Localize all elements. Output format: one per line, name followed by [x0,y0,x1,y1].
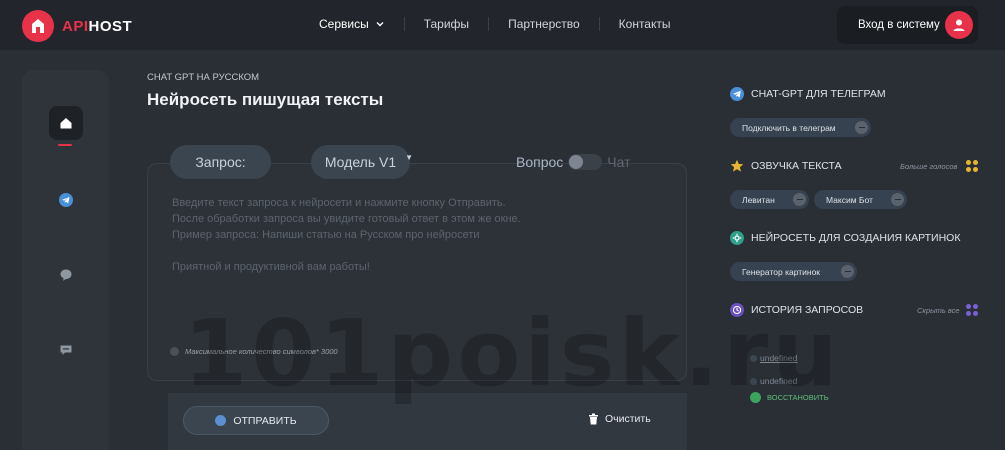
logo[interactable]: APIHOST [22,10,132,42]
query-label-pill: Запрос: [170,145,271,179]
sidebar-item-home[interactable] [49,106,83,140]
voice-chip-label: Левитан [742,194,775,205]
telegram-icon [730,87,744,101]
mode-toggle[interactable] [568,154,603,170]
placeholder-line: Приятной и продуктивной вам работы! [172,261,370,273]
logo-house-icon [22,10,54,42]
send-icon [215,415,227,426]
image-chip-label: Генератор картинок [742,266,821,277]
clear-label: Очистить [605,413,651,425]
page-title: Нейросеть пишущая тексты [147,90,384,109]
minus-icon[interactable] [891,193,904,206]
model-label: Модель V1 [324,154,397,170]
toggle-knob [569,155,584,169]
logo-api: API [62,17,89,35]
message-icon [60,345,72,355]
minus-icon[interactable] [793,193,806,206]
telegram-title: CHAT-GPT ДЛЯ ТЕЛЕГРАМ [751,88,886,100]
voice-chip-label: Максим Бот [826,194,873,205]
top-header: APIHOST Сервисы Тарифы Партнерство Конта… [0,0,1005,50]
restore-button[interactable]: ВОССТАНОВИТЬ [750,392,829,403]
page-subtitle: CHAT GPT НА РУССКОМ [147,72,260,83]
voice-section-title: ОЗВУЧКА ТЕКСТА [730,159,842,173]
sidebar-item-messages[interactable] [49,333,83,367]
user-avatar-icon[interactable] [945,11,973,39]
images-title: НЕЙРОСЕТЬ ДЛЯ СОЗДАНИЯ КАРТИНОК [751,232,961,244]
home-icon [60,118,72,129]
main-nav: Сервисы Тарифы Партнерство Контакты [300,17,690,31]
char-limit: Максимальное количество символов* 3000 [170,347,338,356]
history-item-dot [750,378,757,385]
info-dot-icon [170,347,179,356]
mode-switch: Вопрос Чат [516,154,631,170]
placeholder-text: Введите текст запроса к нейросети и нажм… [172,195,521,275]
history-item[interactable]: undefined [760,353,797,363]
clear-button[interactable]: Очистить [588,413,651,425]
history-title: ИСТОРИЯ ЗАПРОСОВ [751,304,864,316]
image-generator-chip[interactable]: Генератор картинок [730,262,857,281]
restore-label: ВОССТАНОВИТЬ [767,393,829,402]
voice-title: ОЗВУЧКА ТЕКСТА [751,160,842,172]
trash-icon [589,413,598,425]
nav-contacts-label: Контакты [618,17,671,31]
more-voices-link[interactable]: Больше голосов [900,162,957,171]
restore-icon [750,392,761,403]
minus-icon[interactable] [841,265,854,278]
logo-host: HOST [88,17,133,35]
images-section-title: НЕЙРОСЕТЬ ДЛЯ СОЗДАНИЯ КАРТИНОК [730,231,960,245]
nav-services[interactable]: Сервисы [300,17,404,31]
history-item[interactable]: undefined [760,376,797,386]
telegram-chip-label: Подключить в телеграм [742,122,836,133]
login-label: Вход в систему [858,19,940,31]
minus-icon[interactable] [855,121,868,134]
nav-tariffs-label: Тарифы [423,17,470,31]
active-indicator [58,144,72,146]
star-icon [730,159,744,173]
query-label: Запрос: [195,154,246,170]
send-label: ОТПРАВИТЬ [233,414,297,427]
voice-chip-maxim[interactable]: Максим Бот [814,190,907,209]
telegram-connect-chip[interactable]: Подключить в телеграм [730,118,871,137]
sidebar-item-chat[interactable] [49,258,83,292]
chat-bubble-icon [60,269,72,281]
model-select[interactable]: Модель V1 ▼ [311,145,413,179]
placeholder-line [172,243,521,259]
chevron-down-icon [376,22,384,27]
send-button[interactable]: ОТПРАВИТЬ [183,406,329,435]
history-item-dot [750,355,757,362]
placeholder-line: Пример запроса: Напиши статью на Русском… [172,229,480,241]
nav-partnership[interactable]: Партнерство [488,17,599,31]
telegram-icon [59,193,73,207]
char-limit-label: Максимальное количество символов* 3000 [185,347,338,356]
sidebar-item-telegram[interactable] [49,183,83,217]
caret-down-icon: ▼ [405,153,413,162]
mode-chat-label[interactable]: Чат [607,154,630,170]
left-sidebar [22,70,109,450]
nav-tariffs[interactable]: Тарифы [403,17,488,31]
image-generator-icon [730,231,744,245]
voice-chip-levitan[interactable]: Левитан [730,190,809,209]
login-button[interactable]: Вход в систему [837,6,978,44]
logo-text: APIHOST [62,18,132,35]
query-textarea[interactable]: Введите текст запроса к нейросети и нажм… [147,163,687,381]
nav-contacts[interactable]: Контакты [598,17,690,31]
nav-services-label: Сервисы [319,17,369,31]
telegram-section-title: CHAT-GPT ДЛЯ ТЕЛЕГРАМ [730,87,886,101]
mode-question-label[interactable]: Вопрос [516,154,563,170]
placeholder-line: Введите текст запроса к нейросети и нажм… [172,197,506,209]
nav-partnership-label: Партнерство [508,17,580,31]
history-icon [730,303,744,317]
hide-all-link[interactable]: Скрыть все [917,306,960,315]
history-section-title: ИСТОРИЯ ЗАПРОСОВ [730,303,863,317]
grid-dots-icon[interactable] [966,304,978,316]
placeholder-line: После обработки запроса вы увидите готов… [172,213,521,225]
grid-dots-icon[interactable] [966,160,978,172]
